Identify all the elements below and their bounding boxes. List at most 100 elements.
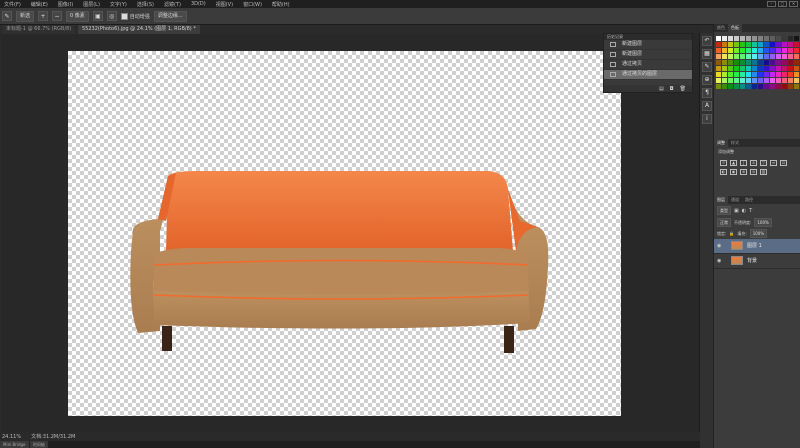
pressure-icon[interactable]: ◎	[106, 11, 117, 21]
swatch[interactable]	[794, 66, 799, 71]
vibrance-icon[interactable]: ▽	[760, 160, 767, 166]
swatch[interactable]	[740, 36, 745, 41]
swatch[interactable]	[758, 54, 763, 59]
history-step-selected[interactable]: 通过拷贝的图层	[604, 70, 692, 80]
paragraph-icon[interactable]: ¶	[702, 88, 712, 98]
info-icon[interactable]: i	[702, 114, 712, 124]
history-step[interactable]: 通过拷贝	[604, 60, 692, 70]
swatch[interactable]	[752, 66, 757, 71]
swatch[interactable]	[776, 78, 781, 83]
swatch[interactable]	[764, 84, 769, 89]
posterize-icon[interactable]: ▥	[760, 169, 767, 175]
swatch[interactable]	[770, 48, 775, 53]
swatch[interactable]	[746, 78, 751, 83]
swatch[interactable]	[788, 48, 793, 53]
tab-layers[interactable]: 图层	[714, 196, 728, 204]
swatch[interactable]	[728, 66, 733, 71]
menu-layer[interactable]: 图层(L)	[79, 1, 106, 8]
swatch[interactable]	[740, 84, 745, 89]
swatch[interactable]	[722, 84, 727, 89]
clone-source-icon[interactable]: ⊕	[702, 75, 712, 85]
swatch[interactable]	[716, 48, 721, 53]
swatch[interactable]	[788, 72, 793, 77]
filter-pixel-icon[interactable]: ▣	[734, 208, 739, 214]
swatch[interactable]	[752, 36, 757, 41]
swatch[interactable]	[722, 78, 727, 83]
menu-filter[interactable]: 滤镜(T)	[160, 1, 187, 8]
menu-type[interactable]: 文字(Y)	[106, 1, 133, 8]
swatch[interactable]	[728, 36, 733, 41]
swatch[interactable]	[716, 66, 721, 71]
swatch[interactable]	[734, 54, 739, 59]
swatch[interactable]	[764, 42, 769, 47]
swatch[interactable]	[734, 42, 739, 47]
swatch[interactable]	[776, 60, 781, 65]
swatch[interactable]	[782, 36, 787, 41]
history-panel-icon[interactable]: ↶	[702, 36, 712, 46]
swatches-grid[interactable]	[716, 34, 799, 99]
swatch[interactable]	[728, 48, 733, 53]
swatch[interactable]	[770, 84, 775, 89]
swatch[interactable]	[794, 42, 799, 47]
swatch[interactable]	[770, 60, 775, 65]
properties-icon[interactable]: ▦	[702, 49, 712, 59]
swatch[interactable]	[746, 54, 751, 59]
swatch[interactable]	[788, 42, 793, 47]
swatch[interactable]	[752, 78, 757, 83]
swatch[interactable]	[716, 54, 721, 59]
swatch[interactable]	[758, 66, 763, 71]
swatch[interactable]	[782, 84, 787, 89]
filter-adjust-icon[interactable]: ◐	[742, 208, 746, 214]
tab-color[interactable]: 颜色	[714, 24, 728, 32]
swatch[interactable]	[758, 42, 763, 47]
swatch[interactable]	[728, 72, 733, 77]
add-to-selection-icon[interactable]: +	[38, 11, 49, 21]
swatch[interactable]	[752, 48, 757, 53]
close-button[interactable]: ✕	[789, 1, 798, 7]
menu-file[interactable]: 文件(F)	[0, 1, 27, 8]
swatch[interactable]	[788, 78, 793, 83]
swatch[interactable]	[776, 72, 781, 77]
swatch[interactable]	[776, 48, 781, 53]
tab-mini-bridge[interactable]: Mini Bridge	[0, 441, 29, 448]
swatch[interactable]	[740, 66, 745, 71]
swatch[interactable]	[722, 36, 727, 41]
tab-active-document[interactable]: 55232(Photo6).jpg @ 24.1% (图层 1, RGB/8) …	[78, 25, 200, 34]
swatch[interactable]	[764, 36, 769, 41]
swatch[interactable]	[794, 60, 799, 65]
swatch[interactable]	[728, 78, 733, 83]
swatch[interactable]	[776, 42, 781, 47]
levels-icon[interactable]: ▲	[730, 160, 737, 166]
swatch[interactable]	[722, 66, 727, 71]
auto-enhance-checkbox[interactable]: 自动增强	[120, 12, 150, 20]
swatch[interactable]	[734, 66, 739, 71]
swatch[interactable]	[746, 36, 751, 41]
sample-all-icon[interactable]: ▣	[92, 11, 103, 21]
swatch[interactable]	[722, 42, 727, 47]
trash-icon[interactable]: 🗑	[680, 86, 686, 92]
layer-name[interactable]: 图层 1	[747, 239, 762, 253]
visibility-eye-icon[interactable]: ◉	[717, 258, 723, 264]
swatch[interactable]	[728, 54, 733, 59]
swatch[interactable]	[758, 72, 763, 77]
swatch[interactable]	[746, 66, 751, 71]
quick-selection-tool-icon[interactable]: ✎	[2, 11, 12, 21]
swatch[interactable]	[770, 72, 775, 77]
swatch[interactable]	[770, 36, 775, 41]
channel-mixer-icon[interactable]: ⊕	[740, 169, 747, 175]
history-step[interactable]: 新建图层	[604, 50, 692, 60]
swatch[interactable]	[794, 54, 799, 59]
swatch[interactable]	[740, 54, 745, 59]
swatch[interactable]	[734, 84, 739, 89]
tab-channels[interactable]: 通道	[728, 196, 742, 204]
brush-panel-icon[interactable]: ✎	[702, 62, 712, 72]
zoom-level[interactable]: 24.11%	[2, 434, 21, 440]
filter-type-icon[interactable]: T	[749, 208, 752, 214]
photo-filter-icon[interactable]: ◉	[730, 169, 737, 175]
swatch[interactable]	[782, 66, 787, 71]
swatch[interactable]	[722, 48, 727, 53]
hue-saturation-icon[interactable]: ≡	[770, 160, 777, 166]
swatch[interactable]	[770, 66, 775, 71]
swatch[interactable]	[716, 72, 721, 77]
swatch[interactable]	[722, 60, 727, 65]
